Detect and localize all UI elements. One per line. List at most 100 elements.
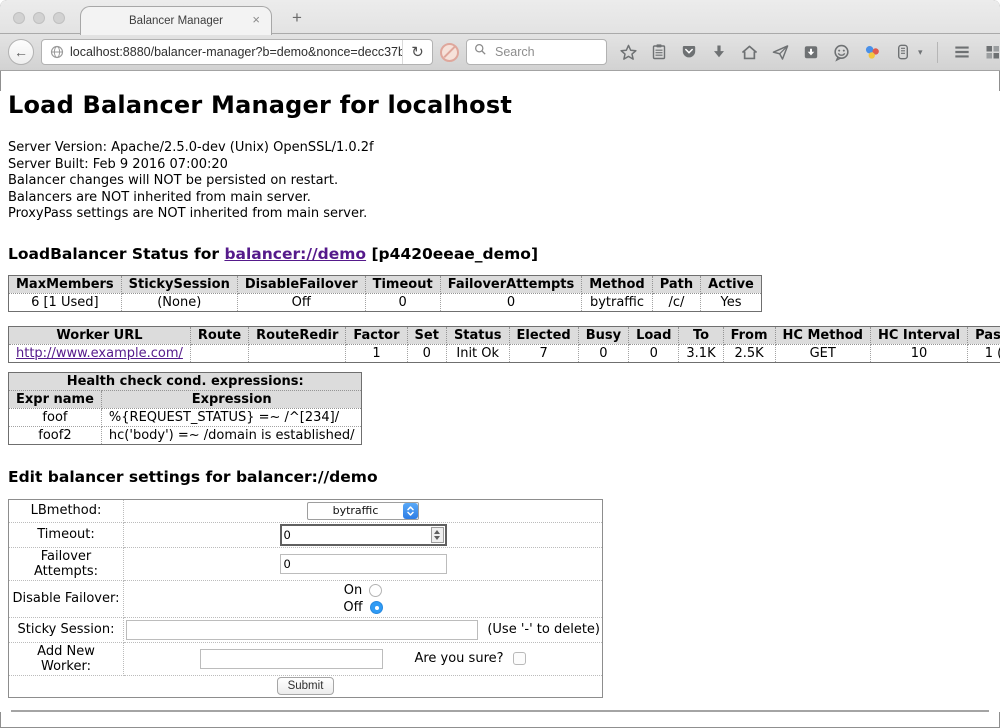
timeout-cell <box>124 522 603 547</box>
balancer-demo-link[interactable]: balancer://demo <box>224 245 366 263</box>
cell-worker-url: http://www.example.com/ <box>9 344 191 362</box>
loadbalancer-status-heading: LoadBalancer Status for balancer://demo … <box>8 245 992 263</box>
edit-balancer-form: LBmethod: bytraffic Timeout: <box>8 499 603 698</box>
table-row: foof %{REQUEST_STATUS} =~ /^[234]/ <box>9 408 362 426</box>
table-row: 6 [1 Used] (None) Off 0 0 bytraffic /c/ … <box>9 293 762 311</box>
cell-load: 0 <box>629 344 679 362</box>
cell-to: 3.1K <box>679 344 723 362</box>
submit-button[interactable]: Submit <box>277 677 335 695</box>
cell-passes: 1 (0) <box>968 344 1000 362</box>
search-input[interactable] <box>493 44 600 60</box>
cell-from: 2.5K <box>723 344 775 362</box>
bookmark-star-icon[interactable] <box>619 43 638 62</box>
status-heading-prefix: LoadBalancer Status for <box>8 245 224 263</box>
adblock-icon[interactable] <box>440 43 459 62</box>
cell-hc-method: GET <box>775 344 870 362</box>
sticky-session-input[interactable] <box>126 620 478 640</box>
page-content: Load Balancer Manager for localhost Serv… <box>0 91 1000 712</box>
table-title-row: Health check cond. expressions: <box>9 372 362 390</box>
navigation-toolbar: ← ↻ <box>0 34 1000 71</box>
col-header: HC Method <box>775 326 870 344</box>
minimize-window-button[interactable] <box>33 12 45 24</box>
cell-busy: 0 <box>578 344 628 362</box>
on-label: On <box>344 583 362 598</box>
add-worker-cell: Are you sure? <box>124 642 603 675</box>
col-header: Worker URL <box>9 326 191 344</box>
edit-settings-heading: Edit balancer settings for balancer://de… <box>8 468 992 486</box>
failover-off-radio[interactable] <box>370 601 383 614</box>
download-icon[interactable] <box>710 43 728 61</box>
form-row-disable-failover: Disable Failover: On Off <box>9 580 603 617</box>
server-info: Server Version: Apache/2.5.0-dev (Unix) … <box>8 140 992 223</box>
col-header: Busy <box>578 326 628 344</box>
globe-icon <box>49 44 65 60</box>
table-row: http://www.example.com/ 1 0 Init Ok 7 0 … <box>9 344 1000 362</box>
back-button[interactable]: ← <box>8 39 34 65</box>
cell-stickysession: (None) <box>121 293 237 311</box>
cell-hc-interval: 10 <box>870 344 967 362</box>
save-page-icon[interactable] <box>802 43 820 61</box>
reading-list-icon[interactable] <box>650 43 668 61</box>
balancer-status-table: MaxMembers StickySession DisableFailover… <box>8 275 762 312</box>
timeout-input[interactable] <box>282 528 431 542</box>
search-bar[interactable] <box>466 39 607 65</box>
lbmethod-selected-value: bytraffic <box>308 504 403 517</box>
col-header: Active <box>701 275 762 293</box>
reload-button[interactable]: ↻ <box>402 40 432 64</box>
lbmethod-label: LBmethod: <box>9 499 124 522</box>
tiles-icon[interactable] <box>984 43 1000 61</box>
new-tab-button[interactable]: + <box>292 8 302 28</box>
hello-smiley-icon[interactable] <box>832 43 851 62</box>
server-built-line: Server Built: Feb 9 2016 07:00:20 <box>8 157 992 174</box>
disable-failover-cell: On Off <box>124 580 603 617</box>
cell-disablefailover: Off <box>237 293 365 311</box>
cell-failoverattempts: 0 <box>440 293 582 311</box>
zoom-window-button[interactable] <box>53 12 65 24</box>
tab-close-icon[interactable]: × <box>252 13 260 26</box>
col-header: Path <box>652 275 700 293</box>
container-icon[interactable] <box>894 43 912 61</box>
form-row-submit: Submit <box>9 675 603 697</box>
add-worker-input[interactable] <box>200 649 383 669</box>
cell-expression: %{REQUEST_STATUS} =~ /^[234]/ <box>101 408 362 426</box>
cell-status: Init Ok <box>446 344 509 362</box>
worker-table: Worker URL Route RouteRedir Factor Set S… <box>8 326 1000 363</box>
health-table-title: Health check cond. expressions: <box>9 372 362 390</box>
are-you-sure-label: Are you sure? <box>414 651 503 666</box>
col-header: Status <box>446 326 509 344</box>
cell-route <box>190 344 248 362</box>
failover-on-radio[interactable] <box>369 584 382 597</box>
lbmethod-select[interactable]: bytraffic <box>307 502 419 520</box>
url-input[interactable] <box>70 45 402 59</box>
cell-factor: 1 <box>346 344 407 362</box>
home-icon[interactable] <box>740 43 759 62</box>
status-heading-suffix: [p4420eeae_demo] <box>366 245 538 263</box>
hamburger-menu-icon[interactable] <box>952 42 972 62</box>
are-you-sure-checkbox[interactable] <box>513 652 526 665</box>
colored-dots-icon[interactable] <box>863 43 882 62</box>
toolbar-separator <box>937 42 938 63</box>
tab-balancer-manager[interactable]: Balancer Manager × <box>80 6 272 35</box>
container-caret-icon[interactable]: ▾ <box>918 47 923 58</box>
table-header-row: Expr name Expression <box>9 390 362 408</box>
window-controls <box>13 12 65 24</box>
col-header: Passes <box>968 326 1000 344</box>
pocket-icon[interactable] <box>680 43 698 61</box>
back-icon: ← <box>14 44 28 60</box>
cell-expression: hc('body') =~ /domain is established/ <box>101 426 362 444</box>
col-header: From <box>723 326 775 344</box>
failover-attempts-input[interactable] <box>280 554 447 574</box>
col-header: Timeout <box>365 275 440 293</box>
col-header: To <box>679 326 723 344</box>
share-icon[interactable] <box>771 43 790 62</box>
sticky-session-label: Sticky Session: <box>9 617 124 642</box>
number-spinner-icon[interactable] <box>431 527 444 543</box>
cell-expr-name: foof2 <box>9 426 102 444</box>
bottom-rule <box>11 710 989 712</box>
cell-expr-name: foof <box>9 408 102 426</box>
close-window-button[interactable] <box>13 12 25 24</box>
col-header: Load <box>629 326 679 344</box>
add-worker-label: Add New Worker: <box>9 642 124 675</box>
worker-url-link[interactable]: http://www.example.com/ <box>16 346 183 361</box>
url-bar[interactable]: ↻ <box>41 39 433 65</box>
